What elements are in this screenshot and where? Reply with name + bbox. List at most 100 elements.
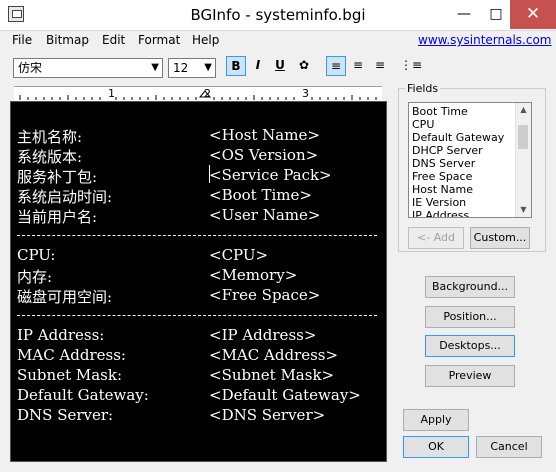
color-palette-button[interactable]: ✿ (294, 56, 314, 76)
underline-button[interactable]: U (270, 56, 290, 76)
row-field: <Service Pack> (209, 166, 332, 184)
custom-field-button[interactable]: Custom... (470, 227, 530, 249)
text-editor[interactable]: 主机名称: <Host Name> 系统版本: <OS Version> 服务补丁包… (10, 101, 387, 462)
row-field: <Free Space> (209, 286, 321, 304)
row-field: <DNS Server> (209, 406, 326, 424)
align-left-button[interactable]: ≡ (326, 56, 346, 76)
close-button[interactable]: ✕ (510, 0, 556, 29)
menu-format[interactable]: Format (138, 33, 180, 47)
row-field: <IP Address> (209, 326, 317, 344)
font-select-value: 仿宋 (18, 61, 43, 75)
row-label: 主机名称: (17, 128, 83, 146)
editor-row: 系统版本: <OS Version> (17, 146, 318, 167)
position-button[interactable]: Position... (425, 306, 515, 328)
list-item[interactable]: CPU (412, 118, 434, 131)
list-item[interactable]: Free Space (412, 170, 472, 183)
background-button[interactable]: Background... (425, 276, 515, 298)
editor-row: Subnet Mask: <Subnet Mask> (17, 366, 334, 384)
editor-row: 系统启动时间: <Boot Time> (17, 186, 312, 207)
list-item[interactable]: IP Address (412, 209, 469, 217)
ok-button[interactable]: OK (403, 436, 469, 458)
align-center-icon: ≡ (352, 58, 364, 72)
row-label: Subnet Mask: (17, 366, 123, 384)
title-bar: BGInfo - systeminfo.bgi — □ ✕ (0, 0, 556, 31)
list-item[interactable]: Host Name (412, 183, 473, 196)
row-field: <Default Gateway> (209, 386, 361, 404)
palette-icon: ✿ (298, 58, 310, 72)
divider (17, 235, 377, 236)
row-label: CPU: (17, 246, 56, 264)
row-field: <Boot Time> (209, 186, 312, 204)
fields-list[interactable]: Boot Time CPU Default Gateway DHCP Serve… (408, 102, 532, 218)
row-field: <Memory> (209, 266, 298, 284)
row-field: <OS Version> (209, 146, 319, 164)
editor-row: IP Address: <IP Address> (17, 326, 316, 344)
ruler-number: 2 (204, 87, 211, 100)
italic-button[interactable]: I (248, 56, 268, 76)
add-field-button[interactable]: <- Add (408, 227, 464, 249)
scrollbar-thumb[interactable] (518, 125, 528, 149)
align-center-button[interactable]: ≡ (348, 56, 368, 76)
ruler-number: 3 (302, 87, 309, 100)
row-label: 磁盘可用空间: (17, 288, 113, 306)
scroll-down-icon[interactable]: ▼ (516, 205, 531, 214)
bullet-list-icon: ⋮≡ (400, 58, 423, 72)
fields-label: Fields (405, 82, 441, 95)
row-label: MAC Address: (17, 346, 126, 364)
list-item[interactable]: Boot Time (412, 105, 468, 118)
row-label: IP Address: (17, 326, 105, 344)
desktops-button[interactable]: Desktops... (425, 335, 515, 357)
row-label: DNS Server: (17, 406, 114, 424)
sysinternals-link[interactable]: www.sysinternals.com (418, 33, 552, 47)
maximize-button[interactable]: □ (480, 0, 512, 29)
ruler-ticks (19, 90, 377, 100)
row-field: <MAC Address> (209, 346, 339, 364)
row-label: Default Gateway: (17, 386, 149, 404)
menu-file[interactable]: File (12, 33, 32, 47)
row-field: <Host Name> (209, 126, 320, 144)
scroll-up-icon[interactable]: ▲ (516, 105, 531, 114)
text-caret (209, 165, 210, 183)
row-label: 当前用户名: (17, 208, 98, 226)
ruler-number: 1 (108, 87, 115, 100)
list-item[interactable]: DNS Server (412, 157, 475, 170)
row-field: <Subnet Mask> (209, 366, 335, 384)
menu-help[interactable]: Help (192, 33, 219, 47)
row-field: <CPU> (209, 246, 269, 264)
editor-row: 当前用户名: <User Name> (17, 206, 320, 227)
list-item[interactable]: IE Version (412, 196, 466, 209)
row-label: 系统版本: (17, 148, 83, 166)
bold-button[interactable]: B (226, 56, 246, 76)
menu-edit[interactable]: Edit (102, 33, 125, 47)
editor-row: Default Gateway: <Default Gateway> (17, 386, 361, 404)
editor-row: CPU: <CPU> (17, 246, 268, 264)
list-item[interactable]: DHCP Server (412, 144, 483, 157)
editor-row: DNS Server: <DNS Server> (17, 406, 325, 424)
font-select[interactable]: 仿宋 ▼ (13, 58, 163, 78)
chevron-down-icon: ▼ (204, 62, 212, 73)
fields-scrollbar[interactable]: ▲ ▼ (515, 103, 531, 217)
row-label: 内存: (17, 268, 53, 286)
ruler: 1 2 3 (14, 86, 382, 101)
editor-row: 磁盘可用空间: <Free Space> (17, 286, 320, 307)
preview-button[interactable]: Preview (425, 365, 515, 387)
font-size-select[interactable]: 12 ▼ (168, 58, 216, 78)
editor-row: 服务补丁包: <Service Pack> (17, 166, 332, 187)
editor-row: 内存: <Memory> (17, 266, 297, 287)
apply-button[interactable]: Apply (403, 409, 469, 431)
row-field: <User Name> (209, 206, 321, 224)
align-left-icon: ≡ (330, 59, 342, 73)
row-label: 服务补丁包: (17, 168, 98, 186)
align-right-icon: ≡ (374, 58, 386, 72)
row-label: 系统启动时间: (17, 188, 113, 206)
bullets-button[interactable]: ⋮≡ (400, 56, 423, 76)
menu-bitmap[interactable]: Bitmap (46, 33, 89, 47)
align-right-button[interactable]: ≡ (370, 56, 390, 76)
editor-row: MAC Address: <MAC Address> (17, 346, 338, 364)
list-item[interactable]: Default Gateway (412, 131, 504, 144)
minimize-button[interactable]: — (448, 0, 480, 29)
chevron-down-icon: ▼ (151, 62, 159, 73)
font-size-value: 12 (173, 61, 189, 75)
cancel-button[interactable]: Cancel (476, 436, 542, 458)
editor-row: 主机名称: <Host Name> (17, 126, 320, 147)
